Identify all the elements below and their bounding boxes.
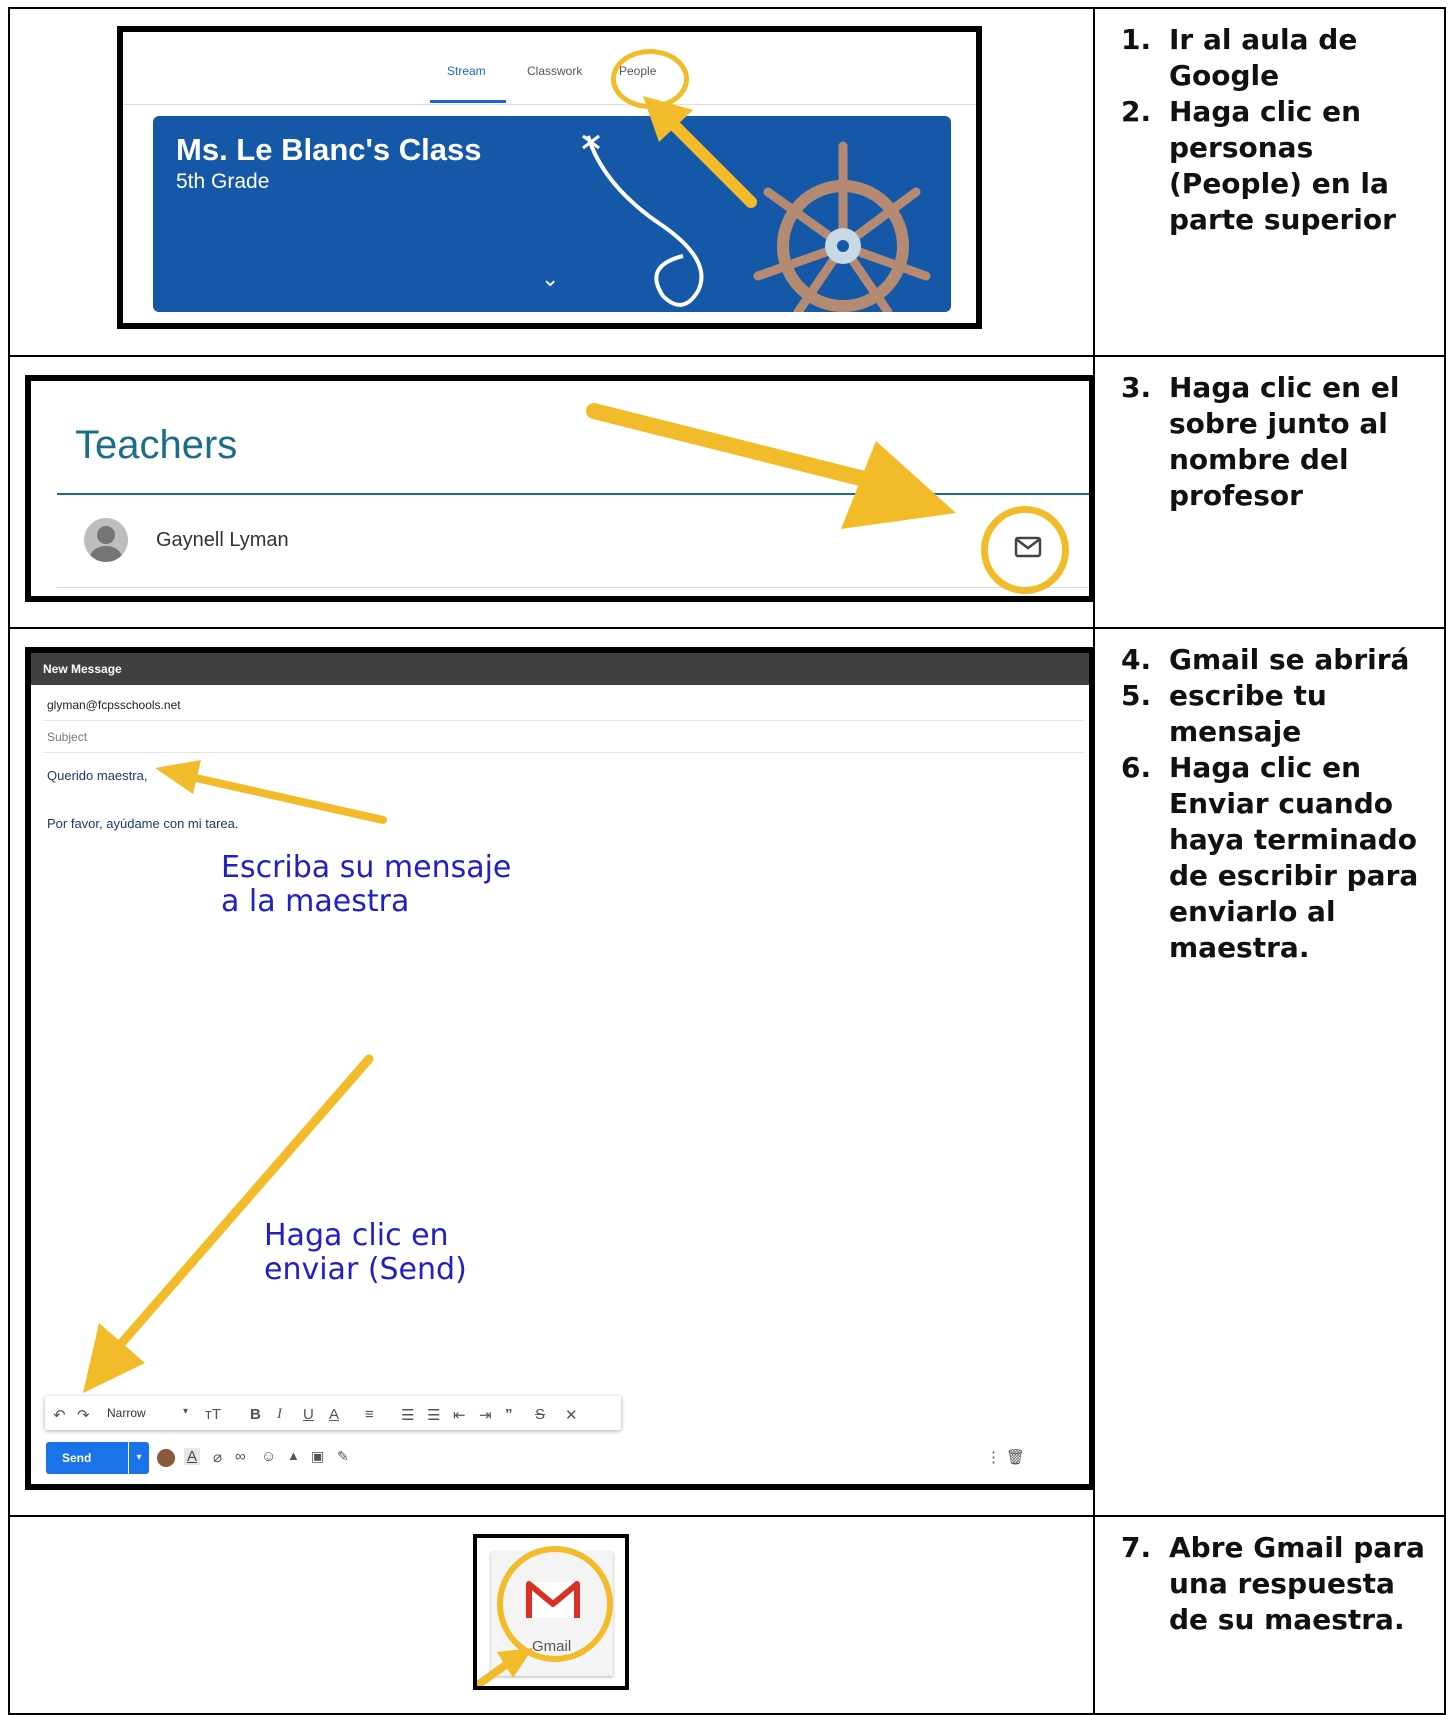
align-icon[interactable]: ≡ <box>365 1406 374 1423</box>
quote-icon[interactable]: ” <box>505 1406 513 1423</box>
tab-classwork[interactable]: Classwork <box>527 64 582 78</box>
discard-draft-icon[interactable]: 🗑 <box>1006 1448 1025 1466</box>
drive-icon[interactable]: ▲ <box>287 1448 300 1463</box>
send-button-label: Send <box>62 1451 92 1465</box>
bulleted-list-icon[interactable]: ☰ <box>427 1406 440 1424</box>
class-banner: Ms. Le Blanc's Class 5th Grade ⌄ <box>153 116 951 312</box>
undo-icon[interactable]: ↶ <box>53 1406 66 1424</box>
teacher-name: Gaynell Lyman <box>156 529 289 551</box>
font-size-icon[interactable]: ᴛT <box>205 1406 221 1423</box>
class-section: 5th Grade <box>176 170 270 193</box>
step-6: 6. Haga clic en Enviar cuando haya termin… <box>1121 751 1419 964</box>
steps-row-4: 7. Abre Gmail para una respuesta de su ma… <box>1121 1530 1441 1638</box>
step-4: 4. Gmail se abrirá <box>1121 643 1410 676</box>
gmail-icon-screenshot: Gmail <box>473 1534 629 1690</box>
arrow-to-send-icon <box>83 1054 374 1393</box>
classroom-tab-bar: Stream Classwork People <box>123 32 976 105</box>
italic-icon[interactable]: I <box>277 1406 282 1423</box>
arrow-to-gmail-icon <box>477 1648 533 1686</box>
formatting-toolbar: ↶ ↷ Narrow ▾ ᴛT B I U A ≡ ☰ ☰ ⇤ ⇥ ” S ✕ <box>45 1396 621 1430</box>
to-divider <box>43 720 1083 721</box>
banner-expand-chevron-icon[interactable]: ⌄ <box>541 266 559 292</box>
signature-pen-icon[interactable]: ✎ <box>337 1448 349 1465</box>
steps-row-3: 4. Gmail se abrirá 5. escribe tu mensaje 6… <box>1121 642 1441 966</box>
classroom-screenshot: Stream Classwork People Ms. Le Blanc's C… <box>117 26 982 329</box>
signature-avatar[interactable] <box>157 1449 175 1467</box>
teacher-avatar <box>84 518 128 562</box>
link-icon[interactable]: ∞ <box>235 1448 246 1465</box>
subject-divider <box>43 752 1083 753</box>
arrow-to-email-icon <box>586 403 956 529</box>
compose-title: New Message <box>43 662 122 676</box>
step-2: 2. Haga clic en personas (People) en la p… <box>1121 95 1396 236</box>
email-teacher-icon[interactable] <box>1014 536 1042 558</box>
indent-more-icon[interactable]: ⇥ <box>479 1406 492 1424</box>
body-line-1[interactable]: Querido maestra, <box>47 768 147 783</box>
steps-row-1: 1. Ir al aula de Google 2. Haga clic en pe… <box>1121 22 1441 238</box>
font-select[interactable]: Narrow <box>107 1406 146 1420</box>
arrow-to-people-icon <box>643 96 757 208</box>
font-dropdown-icon[interactable]: ▾ <box>183 1406 188 1417</box>
strikethrough-icon[interactable]: S <box>535 1406 545 1423</box>
send-options-chevron-icon[interactable]: ▾ <box>129 1442 149 1474</box>
numbered-list-icon[interactable]: ☰ <box>401 1406 414 1424</box>
to-field[interactable]: glyman@fcpsschools.net <box>47 698 181 712</box>
attach-icon[interactable]: ⌀ <box>213 1448 222 1466</box>
teacher-row-divider <box>57 587 1089 588</box>
redo-icon[interactable]: ↷ <box>77 1406 90 1424</box>
compose-title-bar: New Message <box>31 653 1089 685</box>
more-options-icon[interactable]: ⋮ <box>986 1448 1001 1466</box>
teachers-heading: Teachers <box>75 423 238 467</box>
underline-icon[interactable]: U <box>303 1406 314 1423</box>
annotation-write-message: Escriba su mensaje a la maestra <box>221 850 512 919</box>
photo-icon[interactable]: ▣ <box>311 1448 324 1465</box>
step-1: 1. Ir al aula de Google <box>1121 23 1358 92</box>
text-color-icon[interactable]: A <box>329 1406 339 1423</box>
step-3: 3. Haga clic en el sobre junto al nombre … <box>1121 371 1400 512</box>
class-name[interactable]: Ms. Le Blanc's Class <box>176 132 481 168</box>
step-7: 7. Abre Gmail para una respuesta de su ma… <box>1121 1531 1425 1636</box>
teachers-screenshot: Teachers Gaynell Lyman <box>25 375 1095 602</box>
send-button[interactable]: Send <box>46 1442 128 1474</box>
arrow-to-message-icon <box>155 760 387 824</box>
bold-icon[interactable]: B <box>250 1406 261 1423</box>
compose-screenshot: New Message glyman@fcpsschools.net Subje… <box>25 647 1095 1490</box>
indent-less-icon[interactable]: ⇤ <box>453 1406 466 1424</box>
formatting-options-icon[interactable]: A <box>184 1448 201 1465</box>
ship-wheel-illustration <box>753 141 931 312</box>
remove-formatting-icon[interactable]: ✕ <box>565 1406 578 1424</box>
emoji-icon[interactable]: ☺ <box>261 1448 276 1465</box>
step-5: 5. escribe tu mensaje <box>1121 679 1327 748</box>
tab-stream[interactable]: Stream <box>447 64 486 78</box>
tab-stream-underline <box>430 100 506 103</box>
steps-row-2: 3. Haga clic en el sobre junto al nombre … <box>1121 370 1441 514</box>
subject-field[interactable]: Subject <box>47 730 87 744</box>
